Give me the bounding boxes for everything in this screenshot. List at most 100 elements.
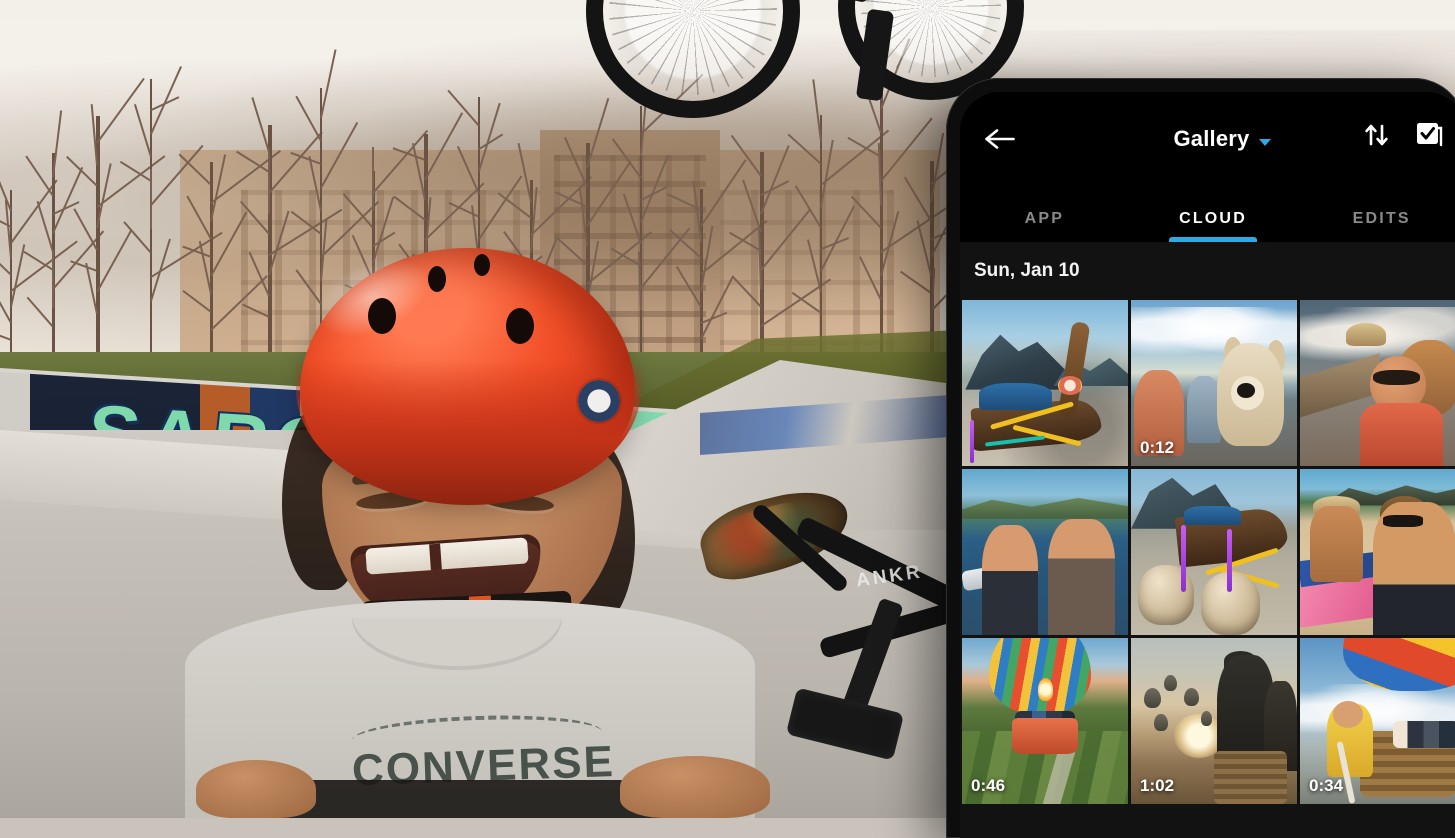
duration-label: 0:34	[1309, 776, 1343, 796]
tree-branch	[820, 139, 833, 206]
tree-branch	[96, 230, 132, 293]
boat-flowers	[1058, 376, 1081, 394]
tree-branch	[268, 209, 342, 256]
tree-branch	[210, 211, 247, 276]
straw	[1181, 525, 1186, 591]
tree-branch	[372, 147, 374, 211]
helmet-vent	[428, 266, 446, 292]
tree-branch	[812, 80, 821, 143]
tree-branch	[612, 139, 641, 179]
thumbnail-image	[1300, 469, 1455, 635]
tree-branch	[760, 180, 788, 195]
app-bar: Gallery	[960, 92, 1455, 184]
thumbnail-image	[962, 469, 1128, 635]
sort-arrows-icon	[1362, 120, 1392, 150]
tree-branch	[859, 257, 881, 301]
balloon-basket	[1012, 718, 1078, 755]
distant-balloon	[1184, 688, 1199, 706]
tree-branch	[742, 180, 761, 232]
phone-screen: Gallery	[960, 92, 1455, 838]
helmet-vent	[368, 298, 396, 334]
media-thumbnail[interactable]	[1300, 469, 1455, 635]
select-multiple-icon	[1414, 120, 1444, 150]
tree-branch	[900, 271, 931, 293]
select-multiple-button[interactable]	[1414, 120, 1444, 155]
tree-branch	[182, 290, 211, 312]
tree-branch	[732, 277, 761, 308]
tab-app[interactable]: APP	[960, 210, 1129, 242]
tree-branch	[676, 266, 701, 307]
media-thumbnail[interactable]: 0:34	[1300, 638, 1455, 804]
media-thumbnail[interactable]	[1131, 469, 1297, 635]
torso	[1360, 403, 1443, 466]
thumbnail-image	[962, 300, 1128, 466]
sunglasses	[1373, 370, 1419, 385]
duration-label: 1:02	[1140, 776, 1174, 796]
thumbnail-image	[1131, 469, 1297, 635]
gallery-content: Sun, Jan 10	[960, 242, 1455, 838]
tree-branch	[478, 133, 503, 149]
tree-branch	[251, 97, 269, 152]
media-thumbnail[interactable]: 0:46	[962, 638, 1128, 804]
burner-flame	[1038, 678, 1053, 701]
tree-branch	[150, 169, 152, 229]
tree-branch	[268, 152, 270, 214]
tree-branch	[240, 201, 269, 234]
chevron-down-icon	[1259, 139, 1271, 146]
tree-branch	[498, 193, 532, 219]
distant-balloon	[1164, 675, 1177, 692]
media-thumbnail[interactable]	[1300, 300, 1455, 466]
tree-branch	[700, 159, 746, 226]
tree-branch	[372, 197, 394, 263]
tab-cloud[interactable]: CLOUD	[1129, 210, 1298, 242]
child-hand-right	[620, 756, 770, 818]
tree-branch	[320, 122, 358, 188]
sort-button[interactable]	[1362, 120, 1392, 155]
thumbnail-image	[1300, 300, 1455, 466]
balloon-envelope	[1343, 638, 1455, 691]
tree-branch	[904, 176, 932, 220]
tree-branch	[210, 275, 267, 330]
person	[1048, 519, 1114, 635]
tree-branch	[320, 201, 379, 258]
tab-bar: APP CLOUD EDITS	[960, 184, 1455, 242]
face	[1333, 701, 1363, 728]
tree-branch	[52, 250, 54, 308]
tab-edits[interactable]: EDITS	[1297, 210, 1455, 242]
media-thumbnail[interactable]: 1:02	[1131, 638, 1297, 804]
tree-branch	[820, 205, 854, 271]
tree-branch	[27, 297, 54, 327]
tree-branch	[150, 66, 181, 134]
media-thumbnail[interactable]: 0:12	[1131, 300, 1297, 466]
tree-branch	[10, 179, 57, 243]
distant-balloon	[1201, 711, 1213, 726]
tree-branch	[52, 110, 62, 177]
helmet-logo	[578, 380, 620, 422]
tree-branch	[37, 201, 54, 252]
child-hand-left	[196, 760, 316, 818]
media-thumbnail[interactable]	[962, 469, 1128, 635]
tree-branch	[557, 238, 588, 266]
phone-mockup: Gallery	[946, 78, 1455, 838]
media-thumbnail[interactable]	[962, 300, 1128, 466]
duration-label: 0:12	[1140, 438, 1174, 458]
tree-branch	[760, 208, 811, 270]
boat-canopy	[1184, 506, 1240, 526]
wheel-spokes	[609, 0, 777, 95]
tree-branch	[447, 90, 479, 126]
tree-branch	[10, 241, 77, 292]
tree-branch	[851, 197, 881, 229]
straw	[970, 420, 974, 463]
tree-branch	[134, 105, 152, 158]
tree-branch	[320, 49, 336, 118]
phone-bezel: Gallery	[960, 92, 1455, 838]
tree-branch	[25, 156, 53, 197]
tree-branch	[564, 138, 587, 188]
person	[1187, 376, 1220, 442]
tree-branch	[457, 146, 480, 194]
tree-branch	[700, 276, 734, 340]
date-section-header: Sun, Jan 10	[960, 242, 1455, 300]
tree-branch	[120, 162, 151, 182]
tree-branch	[880, 204, 952, 253]
tree-branch	[242, 304, 269, 318]
